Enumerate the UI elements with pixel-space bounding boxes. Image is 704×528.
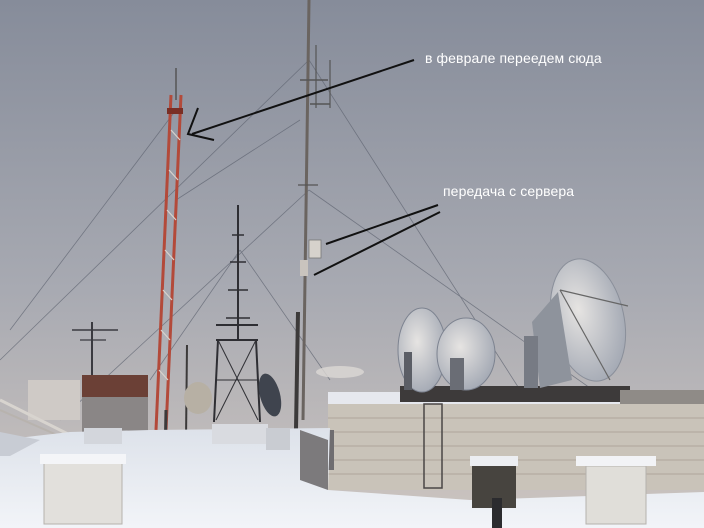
rooftop-photo: в феврале переедем сюда передача с серве… [0, 0, 704, 528]
scene-illustration [0, 0, 704, 528]
steam [316, 366, 364, 378]
annotation-server-transmission: передача с сервера [443, 183, 575, 199]
annotation-move-here: в феврале переедем сюда [425, 50, 602, 66]
